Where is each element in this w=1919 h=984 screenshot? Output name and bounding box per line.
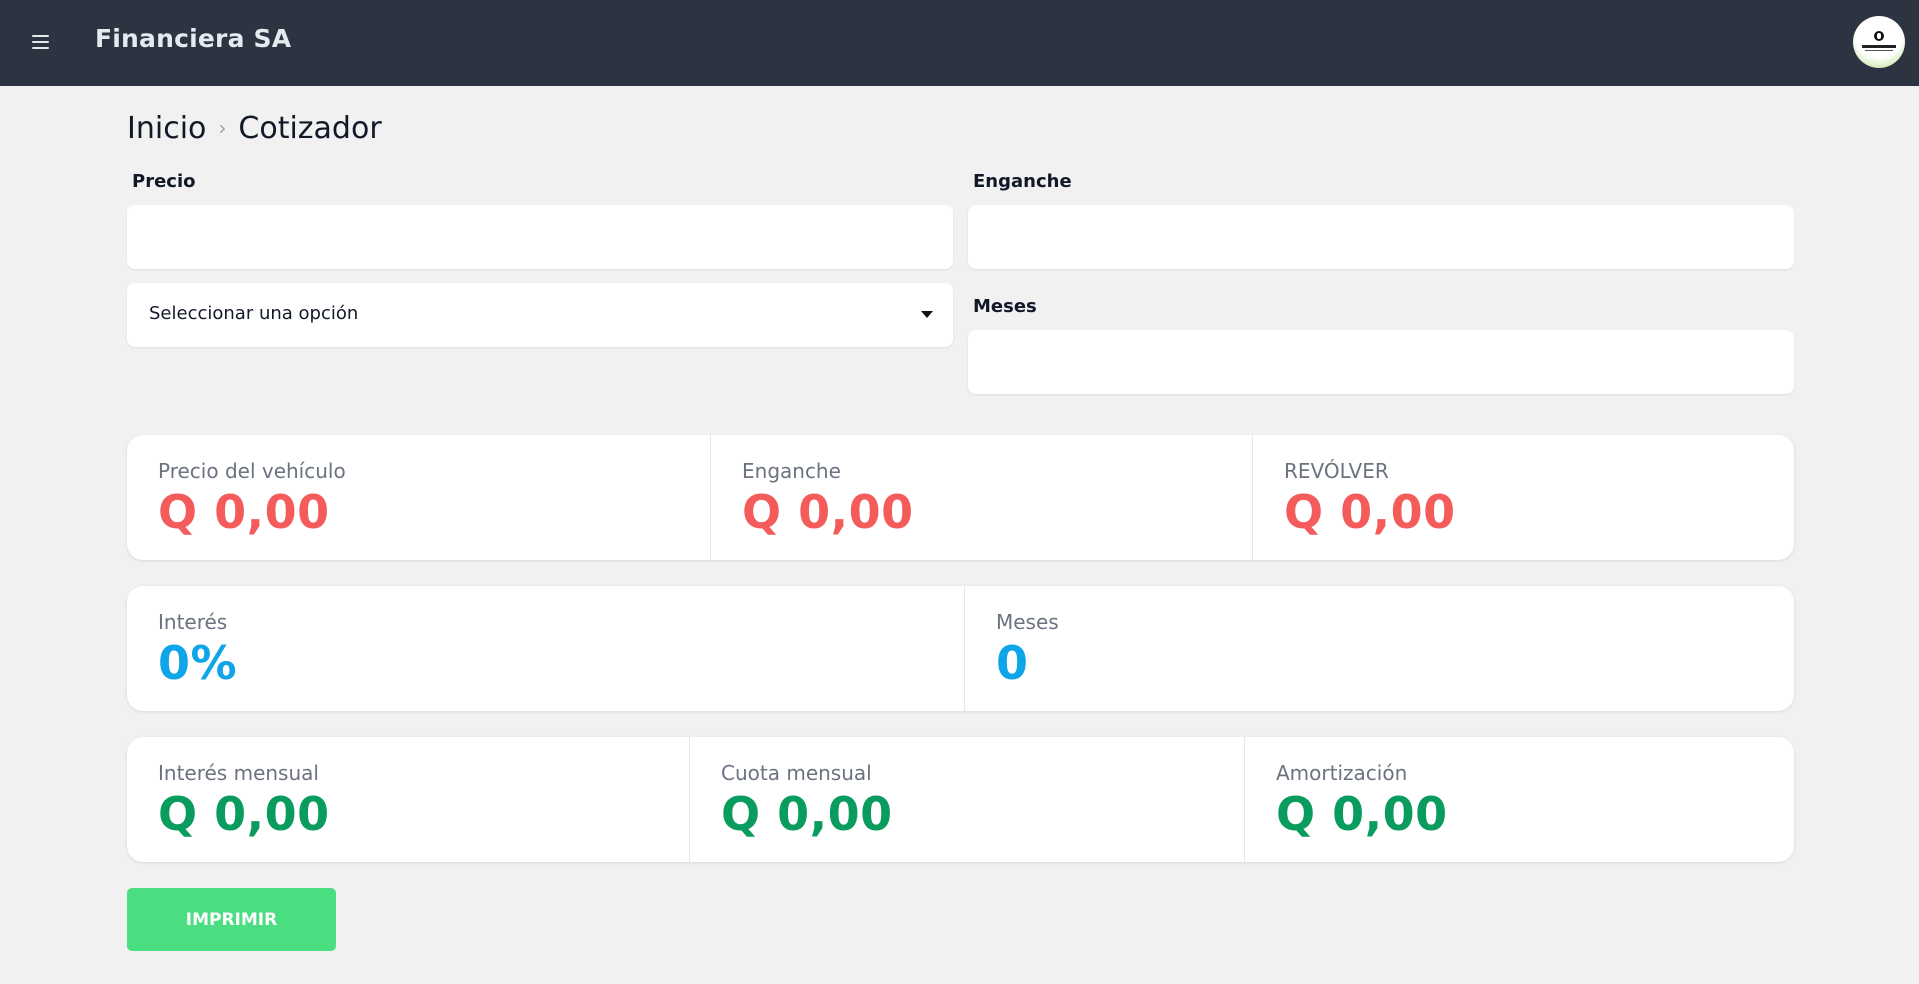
option-select-value: Seleccionar una opción: [149, 303, 359, 324]
summary-meses: Meses 0: [964, 586, 1794, 711]
summary-value: Q 0,00: [158, 485, 330, 539]
breadcrumb: Inicio › Cotizador: [127, 106, 382, 150]
summary-card-terms: Interés 0% Meses 0: [127, 586, 1794, 711]
summary-label: Interés mensual: [158, 761, 319, 785]
summary-label: Meses: [996, 610, 1059, 634]
summary-card-payments: Interés mensual Q 0,00 Cuota mensual Q 0…: [127, 737, 1794, 862]
print-button[interactable]: IMPRIMIR: [127, 888, 336, 951]
summary-label: REVÓLVER: [1284, 459, 1389, 483]
summary-card-prices: Precio del vehículo Q 0,00 Enganche Q 0,…: [127, 435, 1794, 560]
summary-enganche: Enganche Q 0,00: [710, 435, 1252, 560]
summary-value: Q 0,00: [1284, 485, 1456, 539]
avatar[interactable]: [1853, 16, 1905, 68]
company-logo-icon: [1874, 31, 1884, 41]
summary-label: Interés: [158, 610, 228, 634]
summary-cuota-mensual: Cuota mensual Q 0,00: [689, 737, 1244, 862]
summary-revolver: REVÓLVER Q 0,00: [1252, 435, 1794, 560]
option-select[interactable]: Seleccionar una opción: [127, 283, 953, 347]
brand-title: Financiera SA: [95, 24, 292, 53]
enganche-input[interactable]: [968, 205, 1794, 269]
summary-label: Enganche: [742, 459, 841, 483]
enganche-label: Enganche: [973, 171, 1072, 192]
breadcrumb-separator-icon: ›: [218, 116, 227, 140]
hamburger-menu-icon[interactable]: [28, 31, 54, 55]
summary-value: Q 0,00: [742, 485, 914, 539]
top-bar: Financiera SA: [0, 0, 1919, 86]
summary-label: Amortización: [1276, 761, 1408, 785]
meses-input[interactable]: [968, 330, 1794, 394]
breadcrumb-home[interactable]: Inicio: [127, 111, 206, 146]
summary-value: Q 0,00: [1276, 787, 1448, 841]
summary-label: Precio del vehículo: [158, 459, 346, 483]
summary-value: 0%: [158, 636, 238, 690]
summary-amortizacion: Amortización Q 0,00: [1244, 737, 1794, 862]
summary-interes: Interés 0%: [127, 586, 964, 711]
summary-value: Q 0,00: [158, 787, 330, 841]
breadcrumb-current: Cotizador: [238, 110, 382, 146]
precio-label: Precio: [132, 171, 196, 192]
precio-input[interactable]: [127, 205, 953, 269]
summary-value: 0: [996, 636, 1029, 690]
summary-interes-mensual: Interés mensual Q 0,00: [127, 737, 689, 862]
chevron-down-icon: [921, 311, 933, 318]
summary-value: Q 0,00: [721, 787, 893, 841]
summary-precio-vehiculo: Precio del vehículo Q 0,00: [127, 435, 710, 560]
meses-label: Meses: [973, 296, 1037, 317]
summary-label: Cuota mensual: [721, 761, 872, 785]
